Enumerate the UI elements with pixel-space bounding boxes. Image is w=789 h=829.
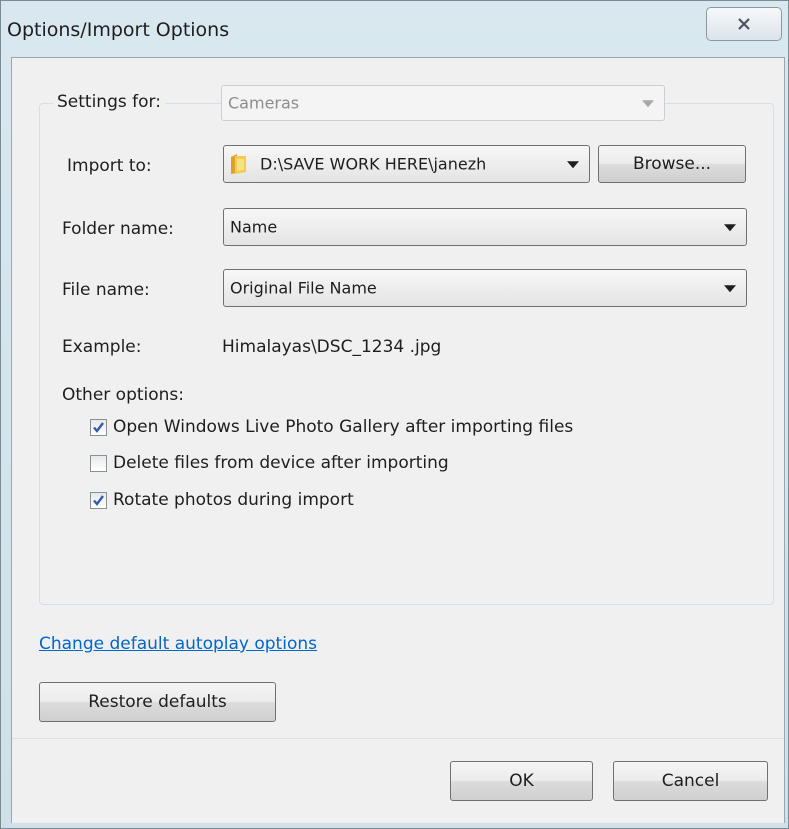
import-to-label: Import to:	[67, 156, 152, 176]
window-title: Options/Import Options	[7, 19, 230, 41]
settings-for-dropdown[interactable]: Cameras	[221, 85, 665, 121]
settings-for-label: Settings for:	[53, 92, 165, 112]
close-icon	[738, 18, 750, 30]
file-name-label: File name:	[62, 280, 150, 300]
ok-button[interactable]: OK	[450, 761, 593, 801]
dialog-footer: OK Cancel	[12, 738, 784, 823]
change-autoplay-link[interactable]: Change default autoplay options	[39, 634, 317, 654]
chevron-down-icon	[567, 161, 579, 169]
delete-files-label: Delete files from device after importing	[113, 453, 449, 473]
settings-for-value: Cameras	[228, 93, 300, 113]
close-button[interactable]	[706, 7, 782, 41]
checkmark-icon	[93, 494, 104, 506]
checkmark-icon	[93, 421, 104, 433]
browse-button[interactable]: Browse...	[598, 145, 746, 183]
delete-files-checkbox[interactable]	[90, 454, 107, 472]
open-gallery-checkbox-row[interactable]: Open Windows Live Photo Gallery after im…	[90, 417, 573, 437]
other-options-label: Other options:	[62, 385, 185, 405]
example-label: Example:	[62, 337, 142, 357]
open-gallery-checkbox[interactable]	[90, 418, 107, 436]
folder-name-dropdown[interactable]: Name	[223, 208, 747, 246]
cancel-button[interactable]: Cancel	[613, 761, 768, 801]
folder-name-value: Name	[230, 217, 278, 237]
import-to-dropdown[interactable]: D:\SAVE WORK HERE\janezh	[223, 145, 590, 183]
chevron-down-icon	[642, 100, 654, 108]
delete-files-checkbox-row[interactable]: Delete files from device after importing	[90, 453, 449, 473]
restore-defaults-button[interactable]: Restore defaults	[39, 682, 276, 722]
file-name-value: Original File Name	[230, 278, 377, 298]
example-value: Himalayas\DSC_1234 .jpg	[222, 337, 442, 357]
open-gallery-label: Open Windows Live Photo Gallery after im…	[113, 417, 574, 437]
folder-name-label: Folder name:	[62, 219, 174, 239]
import-options-dialog: Options/Import Options Settings for: Cam…	[0, 0, 789, 829]
title-bar: Options/Import Options	[1, 1, 789, 53]
rotate-photos-checkbox-row[interactable]: Rotate photos during import	[90, 490, 354, 510]
chevron-down-icon	[724, 224, 736, 232]
rotate-photos-checkbox[interactable]	[90, 491, 107, 509]
rotate-photos-label: Rotate photos during import	[113, 490, 354, 510]
import-to-path: D:\SAVE WORK HERE\janezh	[260, 154, 487, 174]
file-name-dropdown[interactable]: Original File Name	[223, 269, 747, 307]
folder-icon	[231, 154, 246, 174]
dialog-body: Settings for: Cameras Import to: D:\SAVE…	[11, 57, 785, 823]
chevron-down-icon	[724, 285, 736, 293]
